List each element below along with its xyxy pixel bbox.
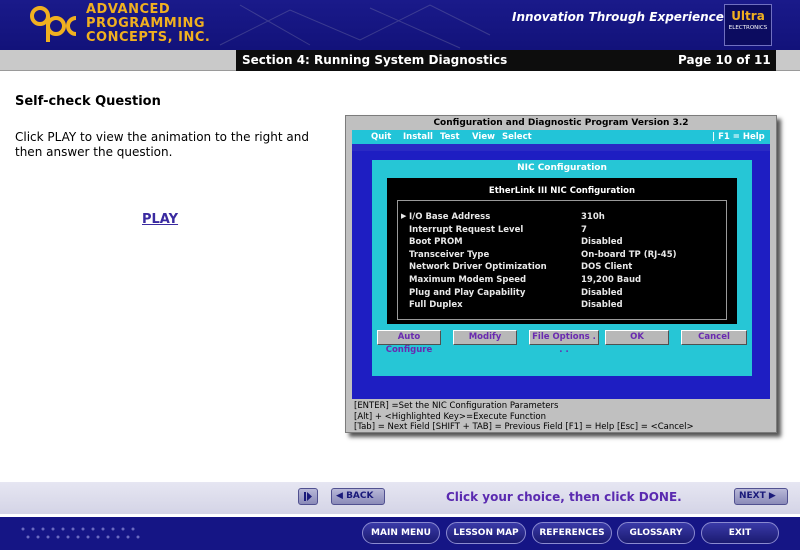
setting-row[interactable]: ▶ I/O Base Address 310h (401, 212, 605, 222)
setting-value: Disabled (581, 300, 623, 310)
footer-dots-decoration (21, 527, 140, 539)
page-indicator: Page 10 of 11 (660, 50, 776, 71)
sim-panel: NIC Configuration EtherLink III NIC Conf… (352, 151, 770, 399)
modify-button[interactable]: Modify (453, 330, 517, 345)
setting-value: Disabled (581, 237, 623, 247)
sim-menu-select[interactable]: Select (502, 132, 532, 142)
nic-settings-title: EtherLink III NIC Configuration (488, 186, 636, 196)
next-button-label: NEXT (739, 491, 766, 501)
setting-label: I/O Base Address (409, 212, 491, 222)
apc-logo-icon (30, 6, 77, 42)
glossary-button[interactable]: GLOSSARY (617, 522, 695, 544)
ultra-logo-name: Ultra (731, 9, 765, 23)
nic-config-title: NIC Configuration (517, 163, 607, 173)
setting-value: 7 (581, 225, 587, 235)
background-sketch-decoration (219, 4, 491, 49)
setting-value: On-board TP (RJ-45) (581, 250, 677, 260)
company-line-2: PROGRAMMING (86, 16, 206, 31)
sim-divider (352, 144, 770, 151)
sim-status-help: [ENTER] =Set the NIC Configuration Param… (354, 401, 694, 433)
setting-row[interactable]: Maximum Modem Speed 19,200 Baud (409, 275, 641, 285)
setting-value: DOS Client (581, 262, 633, 272)
lesson-map-button[interactable]: LESSON MAP (446, 522, 526, 544)
section-title: Section 4: Running System Diagnostics (236, 50, 660, 71)
setting-value: Disabled (581, 288, 623, 298)
company-line-1: ADVANCED (86, 2, 171, 17)
sim-window-title: Configuration and Diagnostic Program Ver… (433, 118, 689, 128)
nic-config-dialog: NIC Configuration EtherLink III NIC Conf… (372, 160, 752, 376)
sim-menubar: Quit Install Test View Select | F1 = Hel… (352, 130, 770, 144)
setting-label: Maximum Modem Speed (409, 275, 527, 285)
setting-label: Transceiver Type (409, 250, 490, 260)
references-button[interactable]: REFERENCES (532, 522, 612, 544)
cancel-button[interactable]: Cancel (681, 330, 747, 345)
back-arrow-icon: ◀ (336, 491, 343, 501)
setting-label: Interrupt Request Level (409, 225, 524, 235)
main-menu-button[interactable]: MAIN MENU (362, 522, 440, 544)
back-button[interactable]: ◀ BACK (331, 488, 385, 505)
tagline: Innovation Through Experience (512, 10, 724, 24)
next-arrow-icon: ▶ (768, 491, 776, 501)
setting-row[interactable]: Full Duplex Disabled (409, 300, 623, 310)
sim-menu-install[interactable]: Install (403, 132, 433, 142)
company-line-3: CONCEPTS, INC. (86, 30, 211, 45)
selection-pointer-icon: ▶ (401, 212, 407, 220)
sim-menu-view[interactable]: View (472, 132, 495, 142)
auto-configure-button[interactable]: Auto Configure (377, 330, 441, 355)
ultra-logo-sub: ELECTRONICS (728, 25, 768, 31)
status-line-3: [Tab] = Next Field [SHIFT + TAB] = Previ… (354, 422, 694, 432)
setting-row[interactable]: Interrupt Request Level 7 (409, 225, 587, 235)
file-options-button[interactable]: File Options . . . (529, 330, 599, 355)
next-button[interactable]: NEXT ▶ (734, 488, 788, 505)
setting-label: Full Duplex (409, 300, 463, 310)
sim-menu-test[interactable]: Test (440, 132, 460, 142)
instructions-text: Click PLAY to view the animation to the … (15, 130, 309, 159)
setting-value: 19,200 Baud (581, 275, 642, 285)
setting-row[interactable]: Boot PROM Disabled (409, 237, 623, 247)
sim-help-hint: | F1 = Help (712, 132, 765, 142)
nic-settings-box: EtherLink III NIC Configuration ▶ I/O Ba… (387, 178, 737, 324)
footer-bar: MAIN MENU LESSON MAP REFERENCES GLOSSARY… (0, 517, 800, 550)
section-bar: Section 4: Running System Diagnostics Pa… (0, 50, 800, 71)
simulation-window: Configuration and Diagnostic Program Ver… (345, 115, 777, 433)
ultra-electronics-logo: Ultra ELECTRONICS (724, 4, 772, 46)
setting-row[interactable]: Transceiver Type On-board TP (RJ-45) (409, 250, 677, 260)
setting-value: 310h (581, 212, 605, 222)
setting-label: Plug and Play Capability (409, 288, 526, 298)
setting-label: Boot PROM (409, 237, 463, 247)
question-title: Self-check Question (15, 94, 161, 109)
sim-menu-quit[interactable]: Quit (371, 132, 391, 142)
ok-button[interactable]: OK (605, 330, 669, 345)
back-button-label: BACK (346, 491, 374, 501)
header-banner: ADVANCED PROGRAMMING CONCEPTS, INC. Inno… (0, 0, 800, 50)
replay-icon (304, 492, 312, 501)
play-link[interactable]: PLAY (142, 212, 178, 227)
exit-button[interactable]: EXIT (701, 522, 779, 544)
setting-label: Network Driver Optimization (409, 262, 547, 272)
status-line-1: [ENTER] =Set the NIC Configuration Param… (354, 401, 559, 411)
company-name: ADVANCED PROGRAMMING CONCEPTS, INC. (86, 3, 210, 45)
setting-row[interactable]: Plug and Play Capability Disabled (409, 288, 623, 298)
setting-row[interactable]: Network Driver Optimization DOS Client (409, 262, 632, 272)
status-line-2: [Alt] + <Highlighted Key>=Execute Functi… (354, 411, 546, 422)
choice-prompt: Click your choice, then click DONE. (446, 490, 682, 504)
replay-button[interactable] (298, 488, 318, 505)
